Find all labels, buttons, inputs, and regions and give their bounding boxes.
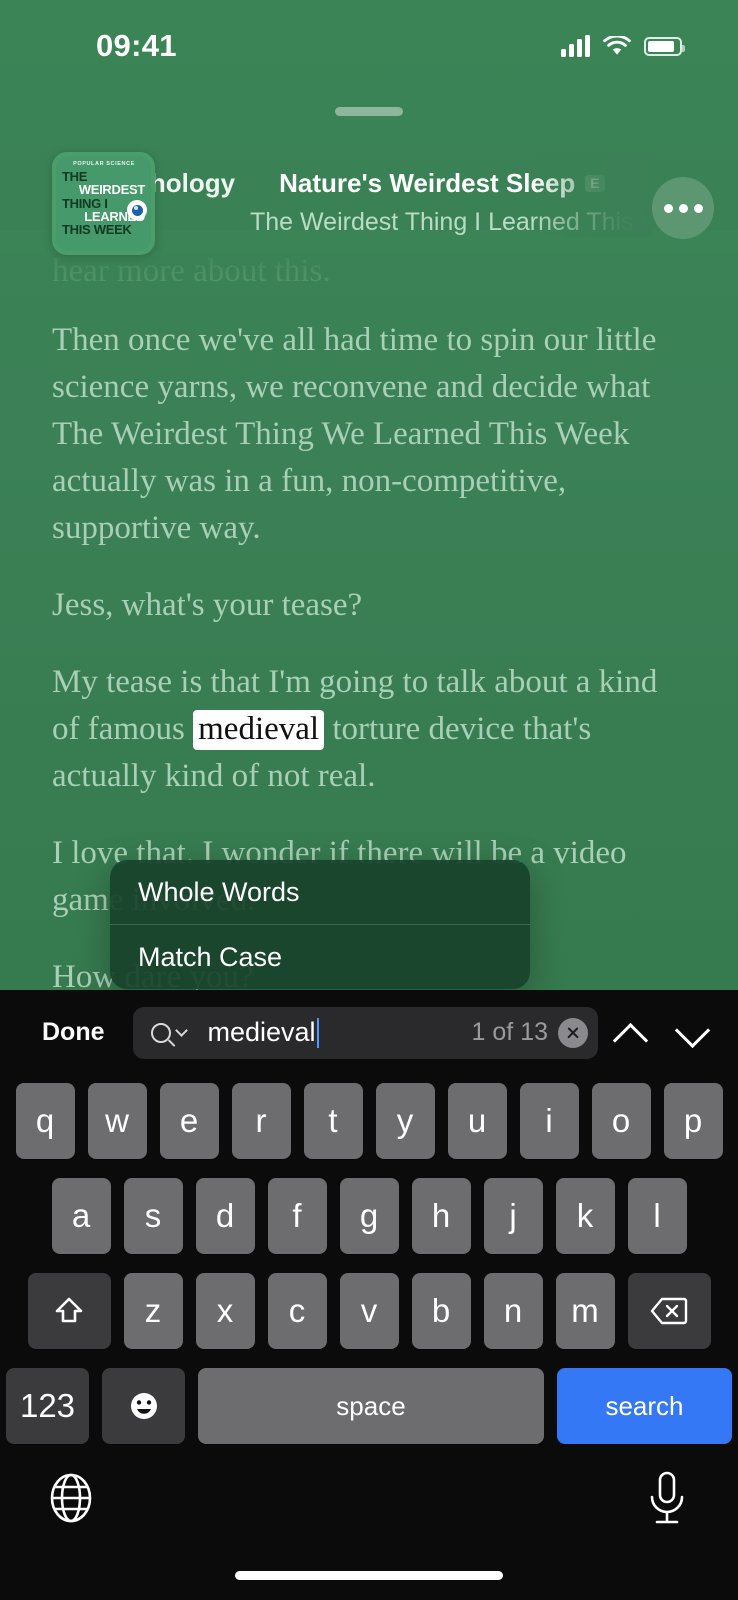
explicit-badge: E <box>585 175 605 192</box>
menu-item-whole-words[interactable]: Whole Words <box>110 860 530 924</box>
search-key[interactable]: search <box>557 1368 732 1444</box>
cellular-bars-icon <box>561 35 590 57</box>
search-query-text: medieval <box>208 1017 472 1048</box>
key-x[interactable]: x <box>195 1273 255 1349</box>
key-s[interactable]: s <box>123 1178 183 1254</box>
key-l[interactable]: l <box>627 1178 687 1254</box>
keyboard-row-2: a s d f g h j k l <box>0 1178 738 1254</box>
key-w[interactable]: w <box>87 1083 147 1159</box>
episode-marquee: ychology Nature's Weirdest Sleep E <box>155 168 652 199</box>
key-i[interactable]: i <box>519 1083 579 1159</box>
next-result-button[interactable] <box>678 1020 704 1046</box>
podcast-artwork[interactable]: POPULAR SCIENCE THE WEIRDEST THING I LEA… <box>52 152 155 255</box>
status-indicators <box>561 34 685 57</box>
transcript-paragraph: Jess, what's your tease? <box>52 587 363 623</box>
backspace-key[interactable] <box>627 1273 711 1349</box>
globe-icon[interactable] <box>45 1472 97 1524</box>
search-query-value: medieval <box>207 1017 316 1047</box>
key-m[interactable]: m <box>555 1273 615 1349</box>
key-j[interactable]: j <box>483 1178 543 1254</box>
emoji-key[interactable] <box>102 1368 185 1444</box>
result-navigation <box>616 1020 714 1046</box>
marquee-previous-text: ychology <box>155 168 236 198</box>
shift-icon <box>52 1294 86 1328</box>
key-c[interactable]: c <box>267 1273 327 1349</box>
eyeball-icon <box>127 200 147 220</box>
key-q[interactable]: q <box>15 1083 75 1159</box>
result-counter: 1 of 13 <box>471 1018 548 1046</box>
player-header: POPULAR SCIENCE THE WEIRDEST THING I LEA… <box>0 152 738 277</box>
done-button[interactable]: Done <box>24 1018 123 1047</box>
key-b[interactable]: b <box>411 1273 471 1349</box>
search-scope-button[interactable] <box>150 1022 188 1043</box>
artwork-brand: POPULAR SCIENCE <box>73 161 135 167</box>
player-titles: ychology Nature's Weirdest Sleep E The W… <box>155 152 652 237</box>
key-h[interactable]: h <box>411 1178 471 1254</box>
dot-icon <box>693 203 703 213</box>
emoji-icon <box>127 1389 161 1423</box>
dot-icon <box>663 203 673 213</box>
transcript-paragraph: Then once we've all had time to spin our… <box>52 322 657 546</box>
key-g[interactable]: g <box>339 1178 399 1254</box>
keyboard-row-3: z x c v b n m <box>0 1273 738 1349</box>
episode-title: Nature's Weirdest Sleep <box>279 168 576 198</box>
key-t[interactable]: t <box>303 1083 363 1159</box>
search-input[interactable]: medieval 1 of 13 <box>132 1006 598 1059</box>
artwork-line-2: WEIRDEST <box>78 182 146 198</box>
find-bar: Done medieval 1 of 13 <box>0 990 738 1075</box>
transcript-pane: 09:41 POPULAR SCIENCE THE WEIRDEST THING… <box>0 0 738 990</box>
magnifier-icon <box>150 1022 171 1043</box>
wifi-icon <box>603 34 631 57</box>
menu-item-match-case[interactable]: Match Case <box>110 925 530 989</box>
battery-icon <box>644 36 685 56</box>
key-k[interactable]: k <box>555 1178 615 1254</box>
text-cursor <box>316 1017 320 1048</box>
key-p[interactable]: p <box>663 1083 723 1159</box>
artwork-line-5: THIS WEEK <box>62 222 132 237</box>
key-e[interactable]: e <box>159 1083 219 1159</box>
previous-result-button[interactable] <box>616 1020 642 1046</box>
key-d[interactable]: d <box>195 1178 255 1254</box>
key-n[interactable]: n <box>483 1273 543 1349</box>
clear-x-icon[interactable] <box>558 1017 588 1048</box>
keyboard-row-1: q w e r t y u i o p <box>0 1083 738 1159</box>
more-options-button[interactable] <box>652 177 714 239</box>
numbers-key[interactable]: 123 <box>6 1368 89 1444</box>
space-key[interactable]: space <box>198 1368 544 1444</box>
key-u[interactable]: u <box>447 1083 507 1159</box>
search-options-menu: Whole Words Match Case <box>110 860 530 989</box>
key-a[interactable]: a <box>51 1178 111 1254</box>
key-y[interactable]: y <box>375 1083 435 1159</box>
key-f[interactable]: f <box>267 1178 327 1254</box>
status-bar: 09:41 <box>0 0 738 92</box>
search-match-highlight: medieval <box>193 710 325 750</box>
shift-key[interactable] <box>27 1273 111 1349</box>
show-title: The Weirdest Thing I Learned This Wee <box>250 208 652 236</box>
key-o[interactable]: o <box>591 1083 651 1159</box>
dot-icon <box>678 203 688 213</box>
keyboard-bottom-bar <box>0 1450 738 1600</box>
key-z[interactable]: z <box>123 1273 183 1349</box>
transcript-paragraph-highlighted: My tease is that I'm going to talk about… <box>52 659 686 800</box>
key-r[interactable]: r <box>231 1083 291 1159</box>
key-v[interactable]: v <box>339 1273 399 1349</box>
on-screen-keyboard: q w e r t y u i o p a s d f g h j k l z … <box>0 1075 738 1450</box>
phone-screen: 09:41 POPULAR SCIENCE THE WEIRDEST THING… <box>0 0 738 1600</box>
keyboard-row-4: 123 space search <box>0 1368 738 1444</box>
artwork-line-1: THE <box>62 169 88 184</box>
backspace-icon <box>650 1296 688 1326</box>
chevron-down-icon <box>174 1024 188 1037</box>
status-time: 09:41 <box>96 28 177 63</box>
sheet-grabber[interactable] <box>335 107 403 116</box>
microphone-icon[interactable] <box>644 1470 690 1528</box>
home-indicator[interactable] <box>235 1571 503 1580</box>
